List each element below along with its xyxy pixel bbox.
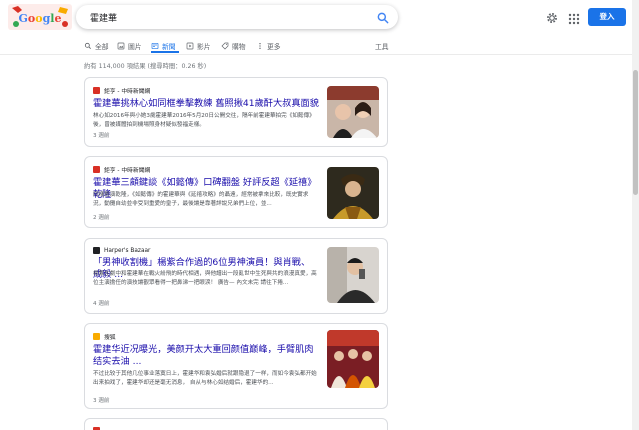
news-title[interactable]: 霍建华近况曝光，美颜开太大重回颜值巅峰，手臂肌肉结实去油 ... xyxy=(93,344,319,368)
scrollbar[interactable] xyxy=(632,0,639,430)
header-divider xyxy=(0,54,639,55)
news-source[interactable]: 搜狐 xyxy=(93,332,116,341)
source-favicon-icon xyxy=(93,247,100,254)
search-box[interactable]: 霍建華 xyxy=(76,5,398,29)
source-name: 搜狐 xyxy=(104,335,116,341)
news-source[interactable]: 鉅亨 - 中時新聞網 xyxy=(93,86,150,95)
news-title[interactable]: 霍建華挑林心如同框拳擊教練 舊照揪41歲酐大叔真面貌 xyxy=(93,98,319,110)
source-favicon-icon xyxy=(93,166,100,173)
news-snippet: 不过比较于其他几位事业落寞日上，霍建华和袁弘婚后就跟隐退了一样，而如今袁弘都开始… xyxy=(93,371,317,386)
news-date: 3 週前 xyxy=(93,398,110,404)
news-snippet: 楊紫在劇中和霍建華在戰火紛飛的時代相遇，與他譜出一段亂世中生死與共的浪漫真愛，高… xyxy=(93,271,317,286)
tab-label: 更多 xyxy=(267,43,281,51)
source-name: 鉅亨 - 中時新聞網 xyxy=(104,168,151,174)
tools-button[interactable]: 工具 xyxy=(375,41,389,51)
tab-label: 圖片 xyxy=(128,43,142,51)
tab-label: 購物 xyxy=(232,43,246,51)
search-input[interactable]: 霍建華 xyxy=(90,11,117,24)
news-source[interactable]: Harper's Bazaar xyxy=(93,247,150,254)
result-stats: 約有 114,000 項結果 (搜尋時間：0.26 秒) xyxy=(84,63,207,70)
tab-label: 全部 xyxy=(95,43,109,51)
news-source[interactable]: 鉅亨 - 中時新聞網 xyxy=(93,165,150,174)
news-thumbnail[interactable] xyxy=(327,247,379,303)
search-icon[interactable] xyxy=(376,10,390,24)
news-date: 3 週前 xyxy=(93,133,110,139)
news-card[interactable]: Harper's Bazaar 「男神收割機」楊紫合作過的6位男神演員！與肖戰、… xyxy=(84,238,388,314)
tab-more[interactable]: 更多 xyxy=(256,39,281,53)
tab-shopping[interactable]: 購物 xyxy=(221,39,246,53)
search-tabs: 全部 圖片 新聞 影片 購物 更多 xyxy=(84,39,404,53)
tab-all[interactable]: 全部 xyxy=(84,39,109,53)
gear-icon[interactable] xyxy=(545,10,559,24)
apps-grid-icon[interactable] xyxy=(568,10,580,25)
news-thumbnail[interactable] xyxy=(327,330,379,388)
news-snippet: 林心如2016年與小她3歲霍建華2016年5月20日公開交往，隔年前霍建華拍完《… xyxy=(93,113,315,128)
video-icon xyxy=(186,42,194,50)
news-date: 4 週前 xyxy=(93,301,110,307)
tab-images[interactable]: 圖片 xyxy=(117,39,142,53)
svg-text:Google: Google xyxy=(19,12,62,25)
news-card[interactable]: 鉅亨 - 中時新聞網 霍建華三顧鍵談《如懿傳》口碑翻盤 好評反超《延禧》乾隆 同… xyxy=(84,156,388,228)
tag-icon xyxy=(221,42,229,50)
news-card[interactable] xyxy=(84,418,388,430)
news-card[interactable]: 搜狐 霍建华近况曝光，美颜开太大重回颜值巅峰，手臂肌肉结实去油 ... 不过比较… xyxy=(84,323,388,409)
news-icon xyxy=(151,43,159,49)
more-icon xyxy=(259,43,261,49)
news-thumbnail[interactable] xyxy=(327,86,379,138)
news-date: 2 週前 xyxy=(93,215,110,221)
tab-videos[interactable]: 影片 xyxy=(186,39,211,53)
news-thumbnail[interactable] xyxy=(327,167,379,219)
tab-label: 新聞 xyxy=(162,43,176,51)
header: Google 霍建華 登入 xyxy=(0,0,639,34)
tab-label: 影片 xyxy=(197,43,211,51)
source-name: 鉅亨 - 中時新聞網 xyxy=(104,89,151,95)
source-favicon-icon xyxy=(93,333,100,340)
source-name: Harper's Bazaar xyxy=(104,247,151,254)
scrollbar-thumb[interactable] xyxy=(633,70,638,195)
active-tab-indicator xyxy=(151,51,179,53)
source-favicon-icon xyxy=(93,87,100,94)
image-icon xyxy=(117,42,125,50)
search-icon xyxy=(84,42,91,49)
google-doodle-logo[interactable]: Google xyxy=(8,4,72,30)
signin-button[interactable]: 登入 xyxy=(588,8,626,26)
news-card[interactable]: 鉅亨 - 中時新聞網 霍建華挑林心如同框拳擊教練 舊照揪41歲酐大叔真面貌 林心… xyxy=(84,77,388,147)
news-snippet: 同樣藝演乾隆，《如懿傳》的霍建華與《延禧攻略》的聶遠，經常被拿來比較，既史實求況… xyxy=(93,192,309,207)
